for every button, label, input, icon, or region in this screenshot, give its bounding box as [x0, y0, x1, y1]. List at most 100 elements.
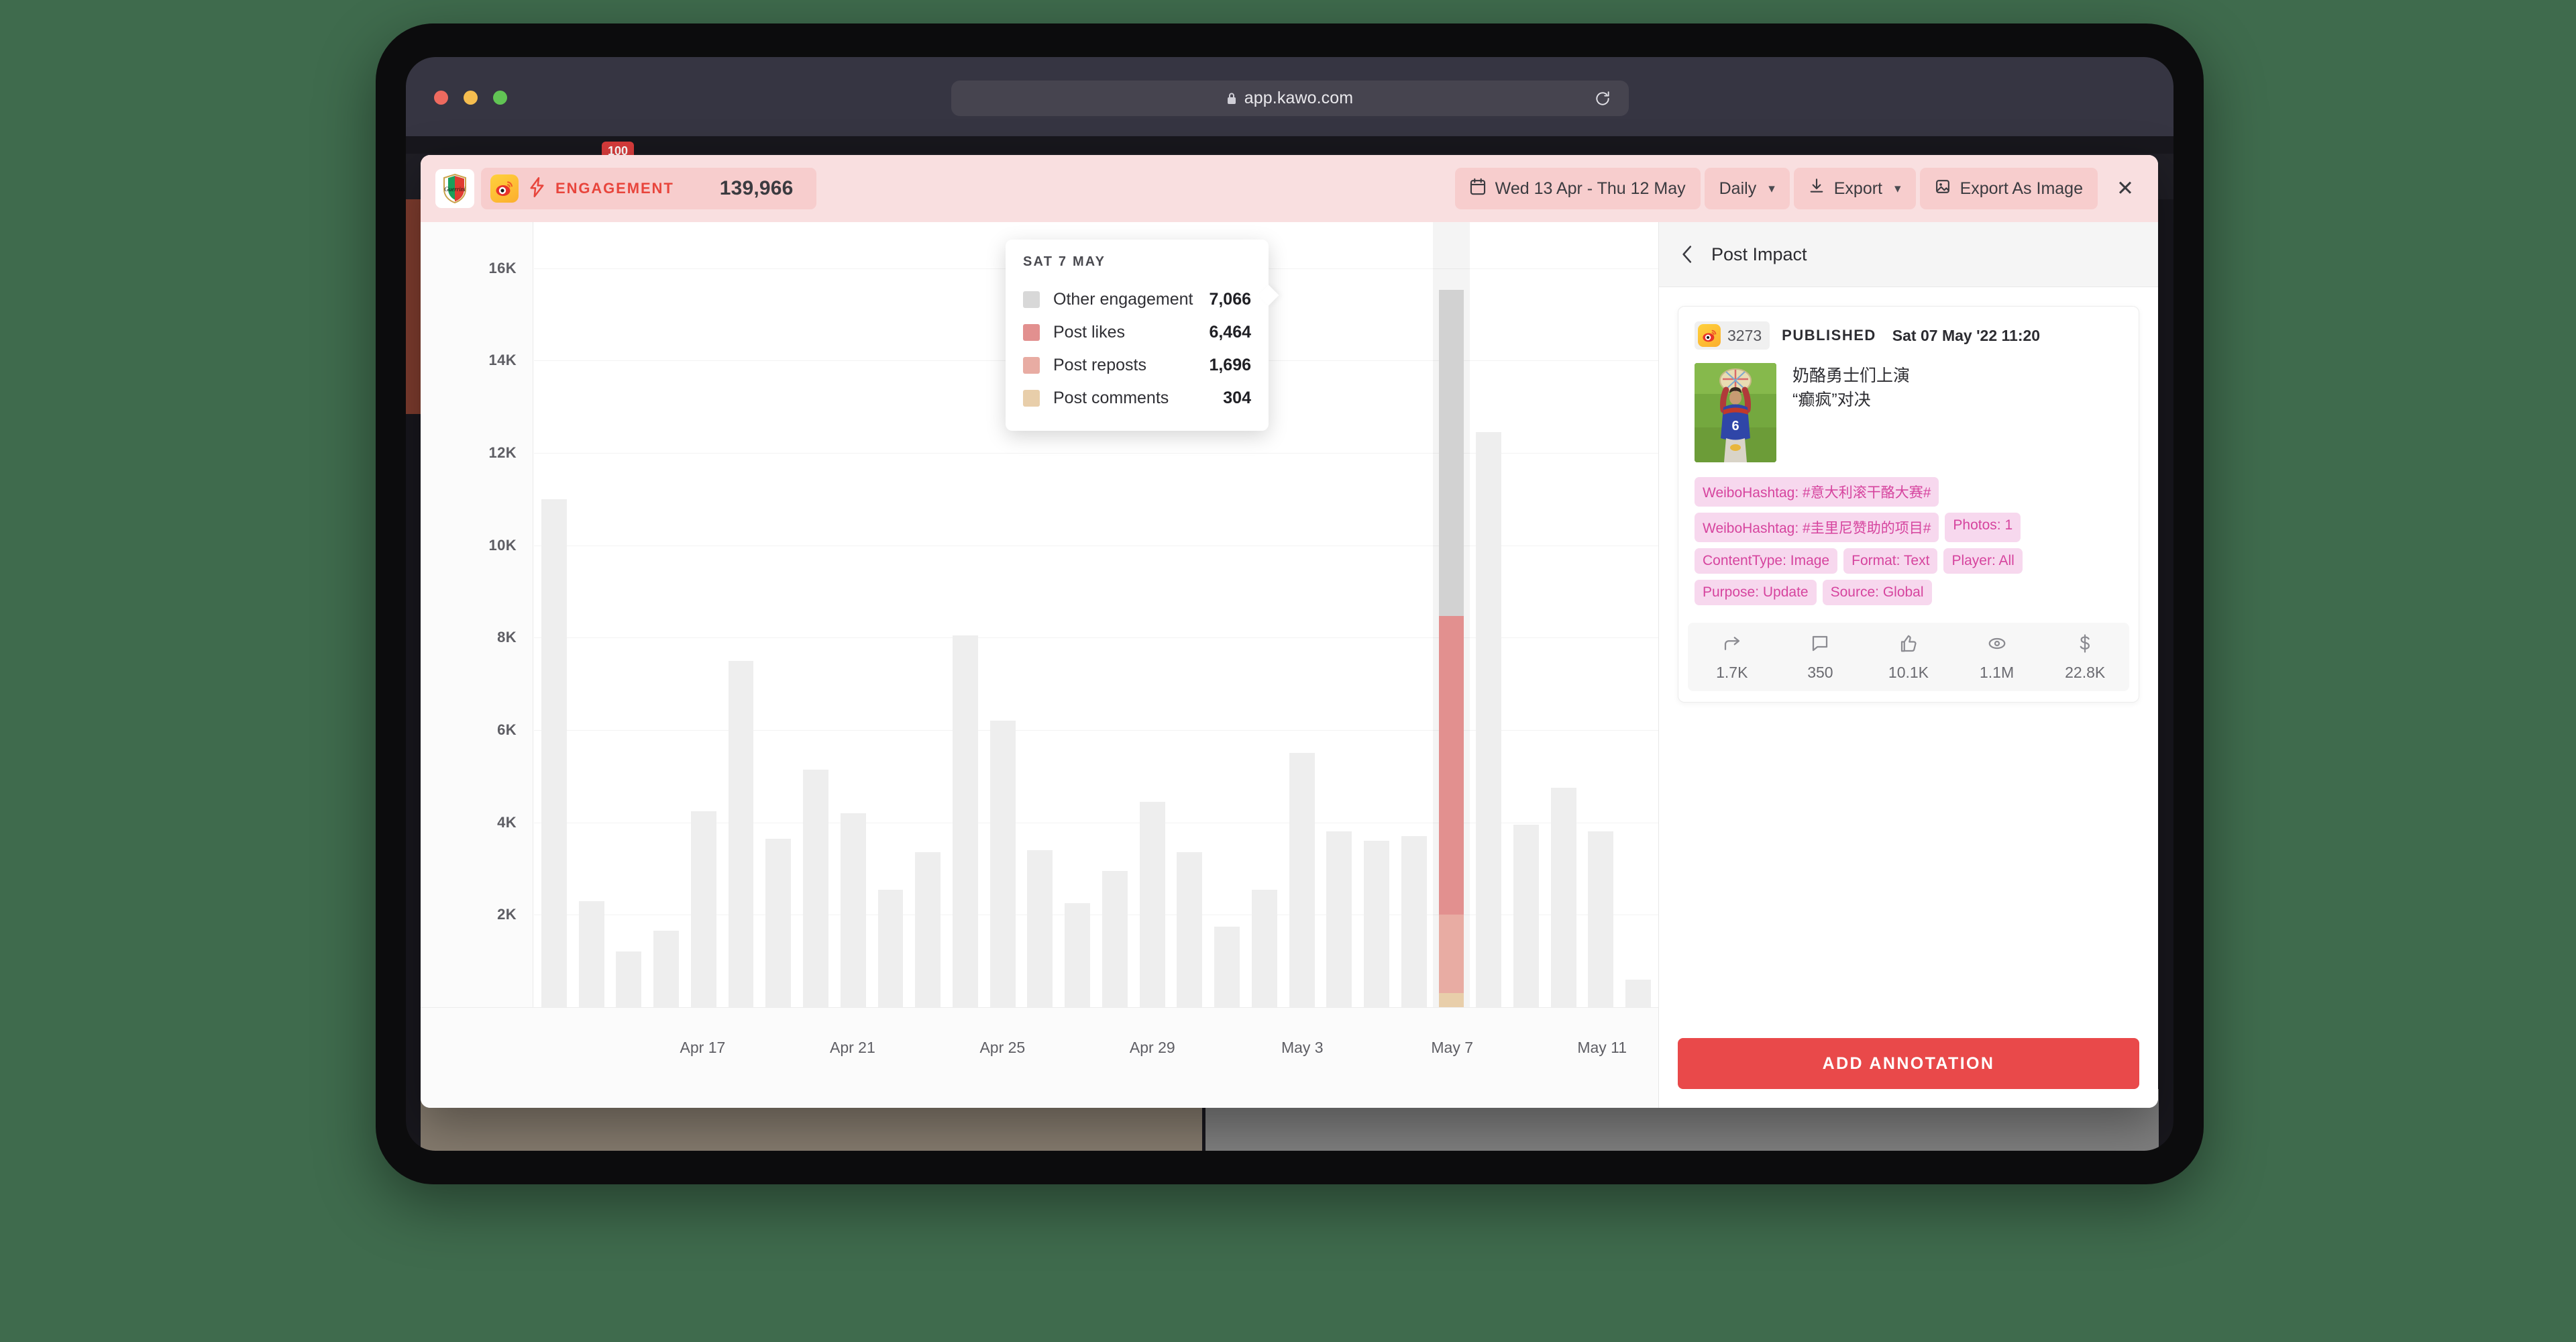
chart-bar[interactable]: [1027, 850, 1053, 1007]
tooltip-row: Post reposts 1,696: [1023, 349, 1251, 382]
chart-bar-slot[interactable]: [759, 222, 797, 1007]
chart-bar-slot[interactable]: [872, 222, 910, 1007]
chart-bar[interactable]: [1401, 836, 1427, 1007]
chart-bar-slot[interactable]: [647, 222, 685, 1007]
chart-bar[interactable]: [616, 951, 642, 1007]
tooltip-swatch: [1023, 324, 1040, 341]
chart-bar[interactable]: [1289, 753, 1315, 1007]
post-metric: 22.8K: [2041, 633, 2129, 682]
chart-bar-slot[interactable]: [1545, 222, 1582, 1007]
export-label: Export: [1833, 178, 1883, 198]
close-icon[interactable]: ✕: [2104, 168, 2146, 209]
chevron-left-icon[interactable]: [1680, 245, 1695, 264]
x-axis-tick: Apr 17: [680, 1039, 726, 1056]
export-as-image-label: Export As Image: [1960, 178, 2083, 198]
cheese-rolling-photo: 6: [1695, 363, 1776, 462]
chart-bar[interactable]: [690, 811, 716, 1007]
chart-bar-slot[interactable]: [1507, 222, 1545, 1007]
post-tag[interactable]: Format: Text: [1843, 548, 1938, 574]
chart-bar[interactable]: [1588, 831, 1614, 1007]
chart-bar-slot[interactable]: [1283, 222, 1321, 1007]
chart-bar[interactable]: [653, 931, 680, 1007]
maximize-window-button[interactable]: [493, 91, 507, 105]
screen: app.kawo.com 100 Guerrini ENGAGEMENT 139…: [406, 57, 2174, 1151]
panel-header: Post Impact: [1659, 222, 2158, 287]
post-tag[interactable]: WeiboHashtag: #圭里尼赞助的项目#: [1695, 513, 1939, 542]
chart-bar-slot[interactable]: [1470, 222, 1507, 1007]
chart-bar[interactable]: [915, 852, 941, 1007]
y-axis-tick: 10K: [488, 536, 517, 554]
chart-bar[interactable]: [953, 635, 978, 1007]
chart-bar[interactable]: [989, 721, 1016, 1007]
chart-bar-slot[interactable]: [1582, 222, 1620, 1007]
granularity-select[interactable]: Daily ▾: [1704, 168, 1790, 209]
chart-bar-stacked[interactable]: [1438, 290, 1464, 1007]
chart-bar[interactable]: [1476, 432, 1502, 1007]
panel-title: Post Impact: [1711, 244, 1807, 264]
chart-bar[interactable]: [1326, 831, 1352, 1007]
chart-bar-slot[interactable]: [722, 222, 760, 1007]
chart-bar[interactable]: [578, 900, 604, 1007]
reload-icon[interactable]: [1594, 90, 1611, 107]
chart-bar-slot[interactable]: [573, 222, 610, 1007]
x-axis-tick: May 7: [1431, 1039, 1474, 1056]
chart-bar[interactable]: [1364, 841, 1389, 1007]
tooltip-rows: Other engagement 7,066 Post likes 6,464 Post…: [1023, 283, 1251, 415]
chart-bar[interactable]: [1550, 788, 1576, 1007]
post-tag[interactable]: Source: Global: [1822, 580, 1932, 605]
chart-bar-slot[interactable]: [535, 222, 573, 1007]
chart-bar[interactable]: [1513, 825, 1539, 1007]
bolt-icon: [529, 176, 545, 201]
chart-bar[interactable]: [1625, 979, 1652, 1007]
add-annotation-button[interactable]: ADD ANNOTATION: [1678, 1038, 2139, 1089]
chart-bar[interactable]: [728, 660, 754, 1007]
export-button[interactable]: Export ▾: [1793, 168, 1916, 209]
chart-bar-slot[interactable]: [685, 222, 722, 1007]
post-tag-list: WeiboHashtag: #意大利滚干酪大赛# WeiboHashtag: #圭…: [1678, 462, 2139, 605]
address-bar[interactable]: app.kawo.com: [951, 81, 1629, 116]
chart-bar[interactable]: [1139, 801, 1165, 1007]
eye-icon: [1987, 633, 2007, 657]
minimize-window-button[interactable]: [464, 91, 478, 105]
chart-bar-slot[interactable]: [909, 222, 947, 1007]
metric-value: 139,966: [719, 177, 794, 199]
chart-bar[interactable]: [1214, 926, 1240, 1007]
tooltip-value: 6,464: [1209, 323, 1251, 342]
chart-bar[interactable]: [1065, 903, 1091, 1007]
chart-bar-slot[interactable]: [1320, 222, 1358, 1007]
post-tag[interactable]: ContentType: Image: [1695, 548, 1838, 574]
chart-bar-slot[interactable]: [1432, 222, 1470, 1007]
chart-bar-slot[interactable]: [1619, 222, 1657, 1007]
chart-bar[interactable]: [803, 769, 828, 1007]
laptop-frame: app.kawo.com 100 Guerrini ENGAGEMENT 139…: [376, 23, 2204, 1184]
post-metric-value: 1.7K: [1716, 664, 1748, 681]
chart-bar-slot[interactable]: [797, 222, 835, 1007]
post-impact-panel: Post Impact 3273 PUBLISHED Sat 07 May '2…: [1658, 222, 2158, 1108]
post-tag[interactable]: Player: All: [1943, 548, 2023, 574]
post-card[interactable]: 3273 PUBLISHED Sat 07 May '22 11:20 6 奶酪…: [1678, 306, 2139, 703]
post-source: 3273: [1695, 321, 1770, 350]
chart-bar[interactable]: [1251, 889, 1277, 1007]
chart-bar[interactable]: [877, 889, 904, 1007]
tooltip-label: Post likes: [1053, 323, 1125, 342]
post-tag[interactable]: Purpose: Update: [1695, 580, 1817, 605]
post-tag[interactable]: Photos: 1: [1945, 513, 2021, 542]
chart-bar[interactable]: [541, 499, 567, 1007]
chart-bar[interactable]: [765, 838, 792, 1007]
dollar-icon: [2075, 633, 2095, 657]
chart-bar[interactable]: [840, 813, 866, 1007]
chevron-down-icon: ▾: [1768, 181, 1775, 196]
chart-bar-slot[interactable]: [610, 222, 647, 1007]
chart-bar-slot[interactable]: [835, 222, 872, 1007]
chart-bar-slot[interactable]: [1358, 222, 1395, 1007]
engagement-metric-pill[interactable]: ENGAGEMENT 139,966: [481, 168, 816, 209]
chart-bar-slot[interactable]: [1395, 222, 1433, 1007]
chart-bar[interactable]: [1177, 852, 1203, 1007]
chart-bar[interactable]: [1102, 870, 1128, 1007]
post-tag[interactable]: WeiboHashtag: #意大利滚干酪大赛#: [1695, 477, 1939, 507]
export-as-image-button[interactable]: Export As Image: [1919, 168, 2098, 209]
date-range-button[interactable]: Wed 13 Apr - Thu 12 May: [1454, 168, 1701, 209]
close-window-button[interactable]: [434, 91, 448, 105]
post-date: Sat 07 May '22 11:20: [1892, 326, 2041, 344]
chart-bar-slot[interactable]: [947, 222, 984, 1007]
